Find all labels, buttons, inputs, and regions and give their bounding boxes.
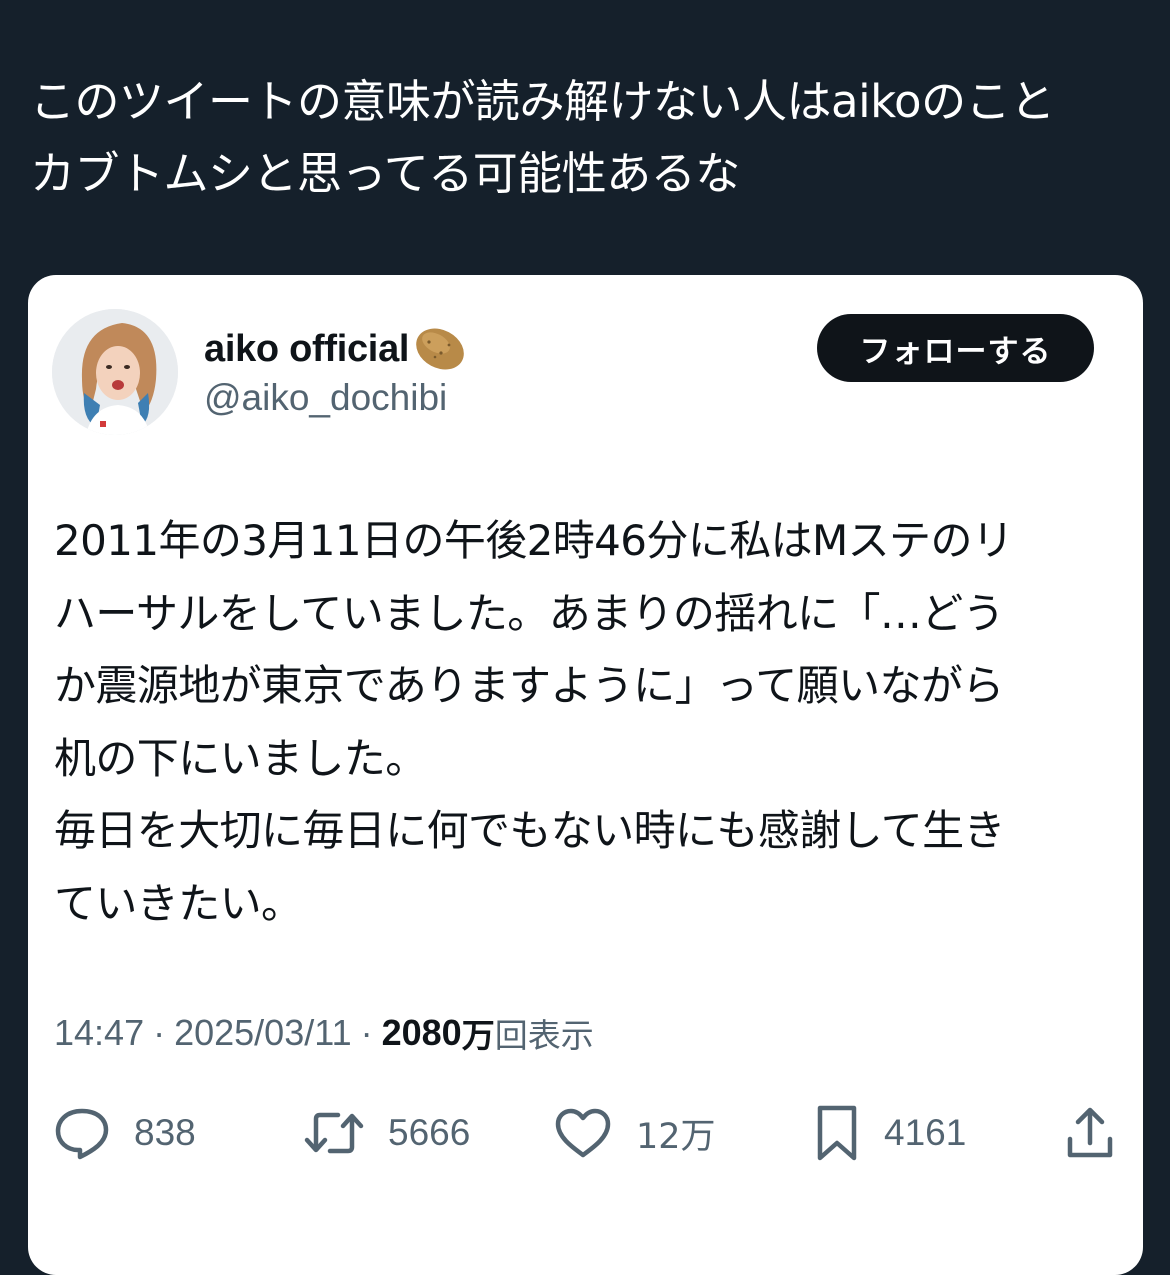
meta-separator: · [153, 1012, 166, 1053]
quote-tweet-text: このツイートの意味が読み解けない人はaikoのこと カブトムシと思ってる可能性あ… [30, 66, 1140, 210]
reply-icon [52, 1105, 112, 1161]
tweet-line: ハーサルをしていました。あまりの揺れに「…どう [54, 588, 1005, 638]
reply-count: 838 [134, 1112, 196, 1153]
tweet-line: 毎日を大切に毎日に何でもない時にも感謝して生き [54, 806, 1006, 855]
retweet-button[interactable]: 5666 [302, 1103, 470, 1163]
tweet-meta: 14:47 · 2025/03/11 · 2080 万 回表示 [54, 1008, 594, 1058]
tweet-line: 2011年の3月11日の午後2時46分に私はMステのリ [54, 516, 1014, 565]
bookmark-count: 4161 [884, 1112, 967, 1153]
like-count: 12万 [636, 1116, 716, 1157]
heart-icon [552, 1105, 614, 1161]
tweet-line: か震源地が東京でありますように」って願いながら [54, 661, 1004, 710]
retweet-icon [302, 1105, 366, 1161]
author-name-row[interactable]: aiko official [204, 321, 469, 377]
reply-button[interactable]: 838 [52, 1103, 196, 1163]
meta-separator: · [360, 1012, 373, 1053]
like-button[interactable]: 12万 [552, 1103, 716, 1163]
retweet-count: 5666 [388, 1112, 471, 1153]
quote-line: カブトムシと思ってる可能性あるな [30, 147, 740, 200]
tweet-line: 机の下にいました。 [54, 733, 427, 783]
tweet-body: 2011年の3月11日の午後2時46分に私はMステのリ ハーサルをしていました。… [54, 505, 1114, 940]
views-unit: 万 [461, 1016, 495, 1055]
bookmark-icon [812, 1103, 862, 1163]
tweet-date[interactable]: 2025/03/11 [174, 1012, 352, 1054]
views-label: 回表示 [494, 1016, 594, 1055]
share-button[interactable] [1062, 1103, 1118, 1163]
share-icon [1062, 1103, 1118, 1163]
bookmark-button[interactable]: 4161 [812, 1103, 966, 1163]
embedded-tweet-card[interactable]: aiko official @aiko_dochibi フォローする 2011年… [28, 275, 1143, 1275]
tweet-line: ていきたい。 [54, 878, 303, 928]
views-count: 2080 [381, 1012, 462, 1053]
follow-button[interactable]: フォローする [817, 314, 1094, 382]
display-name[interactable]: aiko official [204, 328, 409, 371]
avatar[interactable] [52, 309, 178, 435]
tweet-time[interactable]: 14:47 [54, 1012, 144, 1054]
author-handle[interactable]: @aiko_dochibi [204, 377, 447, 419]
quote-line: このツイートの意味が読み解けない人はaikoのこと [30, 75, 1055, 128]
tweet-actions: 838 5666 12万 4161 [52, 1103, 1122, 1163]
potato-icon [411, 323, 469, 375]
